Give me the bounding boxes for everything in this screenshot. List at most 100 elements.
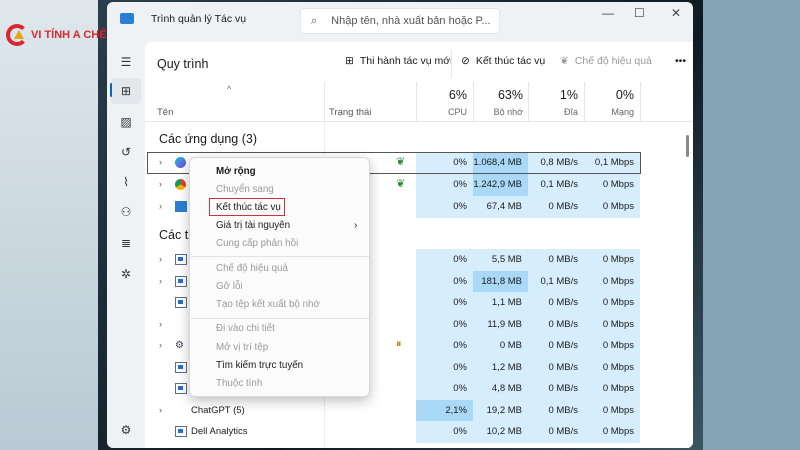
- app-icon: [175, 275, 187, 287]
- canva-icon: [175, 157, 186, 168]
- column-name[interactable]: Tên: [157, 107, 173, 118]
- cpu-cell: 0%: [416, 421, 473, 443]
- logo-mark-icon: [6, 24, 28, 46]
- more-options-button[interactable]: •••: [675, 55, 686, 67]
- disk-cell: 0 MB/s: [528, 196, 584, 218]
- app-icon: [175, 426, 187, 437]
- status-paused-icon: ⏸: [396, 338, 402, 350]
- status-eco-leaf-icon: ❦: [396, 178, 406, 190]
- mem-cell: 11,9 MB: [473, 313, 528, 336]
- menu-item-11: Thuộc tính: [216, 378, 263, 389]
- expand-chevron-icon[interactable]: ›: [159, 201, 162, 211]
- group-background-heading: Các ti: [159, 228, 191, 242]
- disk-cell: 0,1 MB/s: [528, 174, 584, 196]
- startup-apps-icon[interactable]: ⌇: [117, 173, 135, 191]
- mem-cell: 10,2 MB: [473, 421, 528, 443]
- process-row[interactable]: 0% 10,2 MB 0 MB/s 0 Mbps Dell Analytics: [145, 421, 693, 443]
- disk-cell: 0 MB/s: [528, 378, 584, 400]
- expand-chevron-icon[interactable]: ›: [159, 179, 162, 189]
- process-name: ChatGPT (5): [191, 404, 245, 416]
- menu-item-0[interactable]: Mở rộng: [216, 165, 256, 179]
- end-task-icon: ⊘: [461, 55, 470, 67]
- toolbar-divider: [451, 50, 452, 78]
- column-memory[interactable]: Bộ nhớ: [473, 107, 523, 117]
- column-network[interactable]: Mạng: [584, 107, 634, 117]
- efficiency-mode-button[interactable]: ❦ Chế độ hiệu quả: [560, 55, 652, 67]
- disk-cell: 0 MB/s: [528, 399, 584, 422]
- disk-cell: 0 MB/s: [528, 421, 584, 443]
- chrome-icon: [175, 179, 186, 190]
- cpu-total: 6%: [448, 88, 467, 102]
- performance-icon[interactable]: ▨: [117, 113, 135, 131]
- settings-gear-icon[interactable]: ⚙: [117, 421, 135, 439]
- column-status[interactable]: Trạng thái: [329, 107, 371, 118]
- expand-chevron-icon[interactable]: ›: [159, 340, 162, 350]
- cpu-cell: 0%: [416, 152, 473, 174]
- mem-cell: 181,8 MB: [473, 270, 528, 293]
- menu-item-6: Gỡ lỗi: [216, 281, 243, 292]
- sidebar: ☰ ⊞ ▨ ↺ ⌇ ⚇ ≣ ✲ ⚙: [107, 37, 145, 448]
- active-indicator: [110, 83, 112, 97]
- end-task-button[interactable]: ⊘ Kết thúc tác vụ: [461, 55, 545, 67]
- maximize-button[interactable]: ☐: [634, 6, 645, 20]
- mem-cell: 67,4 MB: [473, 196, 528, 218]
- net-cell: 0 Mbps: [584, 378, 640, 400]
- cpu-cell: 0%: [416, 356, 473, 379]
- disk-cell: 0 MB/s: [528, 313, 584, 336]
- brand-logo: VI TÍNH A CHẾ: [6, 24, 107, 46]
- menu-item-9: Mở vị trí tệp: [216, 342, 269, 353]
- minimize-button[interactable]: —: [602, 6, 614, 20]
- group-apps-heading: Các ứng dụng (3): [159, 132, 258, 146]
- menu-separator: [191, 256, 369, 257]
- window-title: Trình quản lý Tác vụ: [151, 13, 247, 25]
- cpu-cell: 0%: [416, 292, 473, 314]
- process-row[interactable]: 2,1% 19,2 MB 0 MB/s 0 Mbps › ChatGPT (5): [145, 399, 693, 422]
- gear-icon: ⚙: [175, 340, 184, 351]
- status-eco-leaf-icon: ❦: [396, 156, 406, 168]
- expand-chevron-icon[interactable]: ›: [159, 276, 162, 286]
- disk-cell: 0 MB/s: [528, 356, 584, 379]
- hamburger-menu-icon[interactable]: ☰: [117, 53, 135, 71]
- cpu-cell: 0%: [416, 270, 473, 293]
- process-name: Dell Analytics: [191, 426, 248, 437]
- processes-icon[interactable]: ⊞: [111, 78, 141, 104]
- column-disk[interactable]: Đĩa: [528, 107, 578, 117]
- net-cell: 0 Mbps: [584, 292, 640, 314]
- column-cpu[interactable]: CPU: [417, 107, 467, 117]
- menu-item-10[interactable]: Tìm kiếm trực tuyến: [216, 359, 303, 373]
- column-divider: [324, 82, 325, 122]
- app-history-icon[interactable]: ↺: [117, 143, 135, 161]
- expand-chevron-icon[interactable]: ›: [159, 157, 162, 167]
- menu-item-1: Chuyển sang: [216, 184, 274, 195]
- logo-text: VI TÍNH A CHẾ: [31, 29, 107, 41]
- cpu-cell: 0%: [416, 196, 473, 218]
- app-icon: [175, 383, 187, 394]
- net-cell: 0 Mbps: [584, 196, 640, 218]
- run-new-task-button[interactable]: ⊞ Thi hành tác vụ mới: [345, 55, 453, 67]
- cpu-cell: 0%: [416, 378, 473, 400]
- memory-total: 63%: [497, 88, 523, 102]
- desktop-background: [693, 0, 800, 450]
- net-cell: 0 Mbps: [584, 249, 640, 271]
- mem-cell: 1,2 MB: [473, 356, 528, 379]
- expand-chevron-icon[interactable]: ›: [159, 319, 162, 329]
- details-icon[interactable]: ≣: [117, 234, 135, 252]
- search-input[interactable]: ⌕ Nhập tên, nhà xuất bản hoặc P...: [300, 8, 500, 34]
- context-menu: Mở rộng Chuyển sang Kết thúc tác vụ Giá trị…: [189, 157, 370, 397]
- scrollbar-thumb[interactable]: [686, 135, 689, 157]
- close-button[interactable]: ✕: [671, 6, 681, 20]
- column-header-row: ^ Tên Trạng thái 6% CPU 63% Bộ nhớ 1% Đĩ…: [145, 82, 693, 122]
- users-icon[interactable]: ⚇: [117, 203, 135, 221]
- expand-chevron-icon[interactable]: ›: [159, 405, 162, 415]
- menu-item-2[interactable]: Kết thúc tác vụ: [216, 201, 281, 215]
- menu-item-3[interactable]: Giá trị tài nguyên: [216, 219, 290, 233]
- run-new-task-label: Thi hành tác vụ mới: [359, 55, 453, 67]
- search-placeholder: Nhập tên, nhà xuất bản hoặc P...: [331, 15, 491, 27]
- new-task-icon: ⊞: [345, 55, 354, 67]
- net-cell: 0 Mbps: [584, 421, 640, 443]
- expand-chevron-icon[interactable]: ›: [159, 254, 162, 264]
- menu-item-8: Đi vào chi tiết: [216, 323, 275, 334]
- cpu-cell: 0%: [416, 335, 473, 357]
- mem-cell: 1,1 MB: [473, 292, 528, 314]
- services-icon[interactable]: ✲: [117, 265, 135, 283]
